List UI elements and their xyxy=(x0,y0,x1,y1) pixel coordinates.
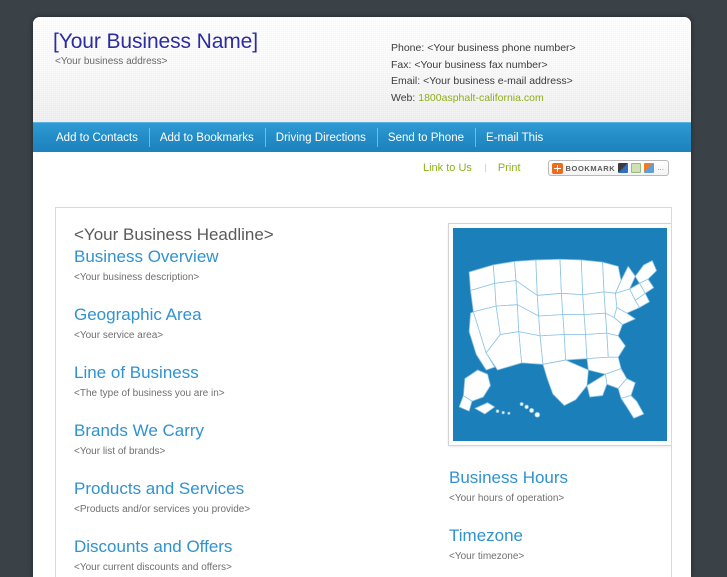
web-label: Web: xyxy=(391,91,416,104)
nav-item-add-to-bookmarks[interactable]: Add to Bookmarks xyxy=(148,123,265,152)
section-business-hours: Business Hours <Your hours of operation> xyxy=(449,467,671,506)
site-header: [Your Business Name] <Your business addr… xyxy=(33,17,691,122)
contact-web-row: Web: 1800asphalt-california.com xyxy=(391,90,661,107)
section-text: <Your hours of operation> xyxy=(449,493,565,504)
business-address: <Your business address> xyxy=(55,56,168,67)
section-text: <Your list of brands> xyxy=(74,446,166,457)
more-options-icon[interactable]: ... xyxy=(657,164,664,172)
utility-bar-right-group: Link to Us Print BOOKMARK ... xyxy=(410,152,669,184)
contact-fax-row: Fax: <Your business fax number> xyxy=(391,57,661,74)
section-text: <The type of business you are in> xyxy=(74,388,225,399)
content-left-column: <Your Business Headline> Business Overvi… xyxy=(56,224,432,577)
section-text: <Your timezone> xyxy=(449,551,525,562)
section-heading: Business Hours xyxy=(449,468,569,487)
section-business-overview: Business Overview <Your business descrip… xyxy=(74,246,432,285)
primary-nav: Add to Contacts Add to Bookmarks Driving… xyxy=(33,122,691,152)
page-headline: <Your Business Headline> xyxy=(74,225,274,244)
section-line-of-business: Line of Business <The type of business y… xyxy=(74,362,432,401)
nav-item-driving-directions[interactable]: Driving Directions xyxy=(264,123,377,152)
contact-phone-row: Phone: <Your business phone number> xyxy=(391,40,661,57)
nav-item-add-to-contacts[interactable]: Add to Contacts xyxy=(45,123,149,152)
section-heading: Products and Services xyxy=(74,479,245,498)
phone-label: Phone: xyxy=(391,42,425,54)
section-heading: Business Overview xyxy=(74,247,219,266)
addthis-bookmark-widget[interactable]: BOOKMARK ... xyxy=(547,160,669,176)
email-value: <Your business e-mail address> xyxy=(423,75,573,87)
nav-item-send-to-phone[interactable]: Send to Phone xyxy=(376,123,475,152)
section-heading: Discounts and Offers xyxy=(74,537,233,556)
email-label: Email: xyxy=(391,75,421,87)
phone-value: <Your business phone number> xyxy=(427,42,576,54)
section-text: <Products and/or services you provide> xyxy=(74,504,251,515)
main-content-box: <Your Business Headline> Business Overvi… xyxy=(55,207,672,577)
section-heading: Brands We Carry xyxy=(74,421,205,440)
contact-info-block: Phone: <Your business phone number> Fax:… xyxy=(391,40,661,106)
section-text: <Your business description> xyxy=(74,272,200,283)
section-text: <Your current discounts and offers> xyxy=(74,562,232,573)
share-service-icon[interactable] xyxy=(618,163,629,173)
nav-item-e-mail-this[interactable]: E-mail This xyxy=(475,123,554,152)
fax-label: Fax: xyxy=(391,58,412,71)
us-map-image xyxy=(449,224,671,445)
share-service-icon[interactable] xyxy=(631,163,642,173)
section-products-and-services: Products and Services <Products and/or s… xyxy=(74,478,432,517)
page-container: [Your Business Name] <Your business addr… xyxy=(33,17,691,577)
section-text: <Your service area> xyxy=(74,330,164,341)
website-link[interactable]: 1800asphalt-california.com xyxy=(418,92,544,104)
bookmark-label: BOOKMARK xyxy=(565,163,616,173)
contact-email-row: Email: <Your business e-mail address> xyxy=(391,73,661,90)
utility-bar: Link to Us Print BOOKMARK ... xyxy=(33,152,691,184)
section-heading: Timezone xyxy=(449,526,524,545)
section-discounts-and-offers: Discounts and Offers <Your current disco… xyxy=(74,536,432,575)
section-heading: Line of Business xyxy=(74,363,199,382)
share-service-icon[interactable] xyxy=(644,163,655,173)
right-column-sections: Business Hours <Your hours of operation>… xyxy=(449,467,671,564)
section-geographic-area: Geographic Area <Your service area> xyxy=(74,304,432,343)
section-brands-we-carry: Brands We Carry <Your list of brands> xyxy=(74,420,432,459)
section-heading: Geographic Area xyxy=(74,305,202,324)
fax-value: <Your business fax number> xyxy=(414,58,548,71)
business-name: [Your Business Name] xyxy=(53,30,258,53)
content-right-column: Business Hours <Your hours of operation>… xyxy=(432,224,671,577)
print-link[interactable]: Print xyxy=(484,162,534,174)
link-to-us-link[interactable]: Link to Us xyxy=(410,162,485,174)
plus-icon xyxy=(551,162,563,174)
